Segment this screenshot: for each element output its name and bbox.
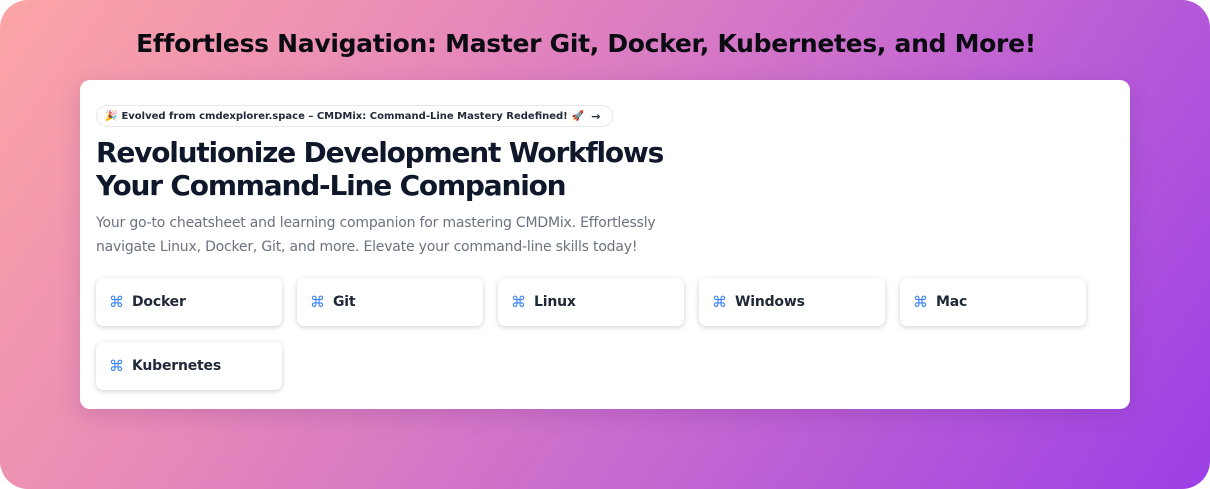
command-key-icon: ⌘ xyxy=(109,293,124,311)
hero-headline: Revolutionize Development Workflows Your… xyxy=(96,136,664,202)
command-key-icon: ⌘ xyxy=(310,293,325,311)
announcement-pill[interactable]: 🎉 Evolved from cmdexplorer.space – CMDMi… xyxy=(96,105,614,127)
category-tile-docker[interactable]: ⌘ Docker xyxy=(96,278,282,326)
headline-line-1: Revolutionize Development Workflows xyxy=(96,136,664,169)
background-frame: Effortless Navigation: Master Git, Docke… xyxy=(0,0,1210,489)
rocket-icon: 🚀 xyxy=(571,110,585,122)
announcement-text: Evolved from cmdexplorer.space – CMDMix:… xyxy=(121,110,568,122)
command-key-icon: ⌘ xyxy=(712,293,727,311)
hero-subtitle: Your go-to cheatsheet and learning compa… xyxy=(96,215,656,255)
category-tile-mac[interactable]: ⌘ Mac xyxy=(900,278,1086,326)
category-label: Linux xyxy=(534,294,576,310)
category-label: Mac xyxy=(936,294,968,310)
category-label: Kubernetes xyxy=(132,358,221,374)
category-tile-git[interactable]: ⌘ Git xyxy=(297,278,483,326)
category-label: Docker xyxy=(132,294,186,310)
command-key-icon: ⌘ xyxy=(913,293,928,311)
category-tile-windows[interactable]: ⌘ Windows xyxy=(699,278,885,326)
banner-title: Effortless Navigation: Master Git, Docke… xyxy=(136,29,1036,58)
category-label: Windows xyxy=(735,294,805,310)
arrow-right-icon: → xyxy=(591,109,601,123)
category-label: Git xyxy=(333,294,356,310)
category-tile-kubernetes[interactable]: ⌘ Kubernetes xyxy=(96,342,282,390)
party-popper-icon: 🎉 xyxy=(105,110,118,122)
hero-card: 🎉 Evolved from cmdexplorer.space – CMDMi… xyxy=(80,80,1130,409)
command-key-icon: ⌘ xyxy=(109,357,124,375)
headline-line-2: Your Command-Line Companion xyxy=(96,169,567,202)
category-tile-linux[interactable]: ⌘ Linux xyxy=(498,278,684,326)
command-key-icon: ⌘ xyxy=(511,293,526,311)
